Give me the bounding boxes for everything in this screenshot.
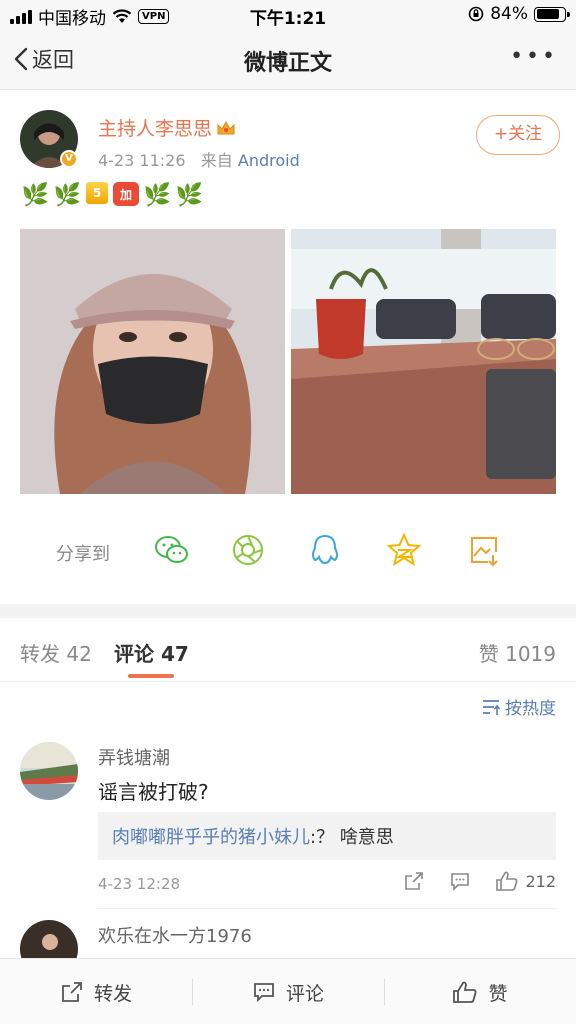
badge-jiayou-icon: 加: [113, 182, 139, 206]
sort-label: 按热度: [505, 699, 556, 719]
comment-time: 4-23 12:28: [98, 875, 181, 893]
comment-label: 评论: [285, 982, 324, 1005]
section-divider: [0, 604, 576, 618]
wechat-icon[interactable]: [152, 530, 192, 570]
herb-emoji-icon: 🌿: [143, 183, 172, 208]
post-photo-desk[interactable]: [291, 229, 556, 494]
herb-emoji-icon: 🌿: [53, 183, 82, 208]
comment-like-count: 212: [525, 871, 556, 891]
reply-text: :？ 啥意思: [310, 827, 394, 848]
author-name[interactable]: 主持人李思思: [98, 114, 212, 141]
comment-text: 谣言被打破?: [98, 780, 209, 804]
thumbs-up-icon: [453, 981, 477, 1003]
qzone-star-icon[interactable]: [384, 530, 424, 570]
verified-badge-icon: V: [60, 150, 78, 168]
tab-repost[interactable]: 转发 42: [20, 638, 92, 667]
repost-button[interactable]: 转发: [0, 959, 192, 1024]
orientation-lock-icon: [468, 6, 484, 22]
comment-reply-preview[interactable]: 肉嘟嘟胖乎乎的猪小妹儿:？ 啥意思: [98, 812, 556, 860]
battery-icon: [534, 6, 570, 22]
page-title: 微博正文: [243, 51, 332, 76]
post-tabs: 转发 42 评论 47 赞 1019: [0, 618, 576, 682]
badge-five-icon: 5: [86, 182, 108, 204]
nav-bar: 返回 微博正文 •••: [0, 30, 576, 90]
comment-item: 欢乐在水一方1976: [20, 920, 556, 978]
post-photos: [20, 229, 556, 494]
thumbs-up-icon: [496, 871, 518, 891]
like-label: 赞: [488, 982, 508, 1005]
follow-button[interactable]: +关注: [476, 115, 560, 155]
vip-crown-icon: [217, 120, 235, 134]
repost-label: 转发: [93, 982, 132, 1005]
comment-like-button[interactable]: 212: [495, 870, 556, 892]
commenter-avatar[interactable]: [20, 742, 78, 800]
battery-percent: 84%: [490, 4, 528, 24]
share-comment-icon[interactable]: [403, 870, 425, 892]
reply-comment-icon[interactable]: [449, 870, 471, 892]
bottom-action-bar: 转发 评论 赞: [0, 958, 576, 1024]
comment-separator: [98, 908, 556, 909]
sort-icon: [483, 699, 501, 715]
post-meta: 4-23 11:26 来自 Android: [98, 147, 300, 171]
more-button[interactable]: •••: [510, 44, 558, 69]
share-label: 分享到: [56, 544, 110, 565]
sort-button[interactable]: 按热度: [481, 694, 556, 719]
status-bar: 中国移动 VPN 下午1:21 84%: [0, 0, 576, 30]
share-row: 分享到: [56, 530, 516, 574]
save-image-icon[interactable]: [464, 530, 504, 570]
comment-item: 弄钱塘潮 谣言被打破? 肉嘟嘟胖乎乎的猪小妹儿:？ 啥意思 4-23 12:28…: [20, 742, 556, 902]
reply-author[interactable]: 肉嘟嘟胖乎乎的猪小妹儿: [112, 827, 310, 848]
post-photo-selfie[interactable]: [20, 229, 285, 494]
repost-icon: [62, 982, 82, 1002]
herb-emoji-icon: 🌿: [175, 183, 204, 208]
tab-like[interactable]: 赞 1019: [479, 638, 556, 667]
comment-icon: [254, 983, 274, 1003]
commenter-name[interactable]: 弄钱塘潮: [98, 744, 170, 770]
commenter-name[interactable]: 欢乐在水一方1976: [98, 922, 252, 948]
herb-emoji-icon: 🌿: [21, 183, 50, 208]
comment-button[interactable]: 评论: [192, 959, 384, 1024]
qq-icon[interactable]: [305, 530, 345, 570]
post-emoji-row: 🌿 🌿 5 加 🌿 🌿: [22, 182, 203, 209]
moments-icon[interactable]: [228, 530, 268, 570]
active-tab-indicator: [128, 674, 174, 678]
tab-comment[interactable]: 评论 47: [114, 638, 189, 667]
source-prefix: 来自: [200, 151, 233, 170]
comment-actions: 212: [403, 870, 556, 892]
post-header: V 主持人李思思 4-23 11:26 来自 Android +关注: [20, 110, 560, 170]
post-date: 4-23 11:26: [98, 151, 186, 170]
like-button[interactable]: 赞: [384, 959, 576, 1024]
post-source[interactable]: Android: [238, 151, 300, 170]
